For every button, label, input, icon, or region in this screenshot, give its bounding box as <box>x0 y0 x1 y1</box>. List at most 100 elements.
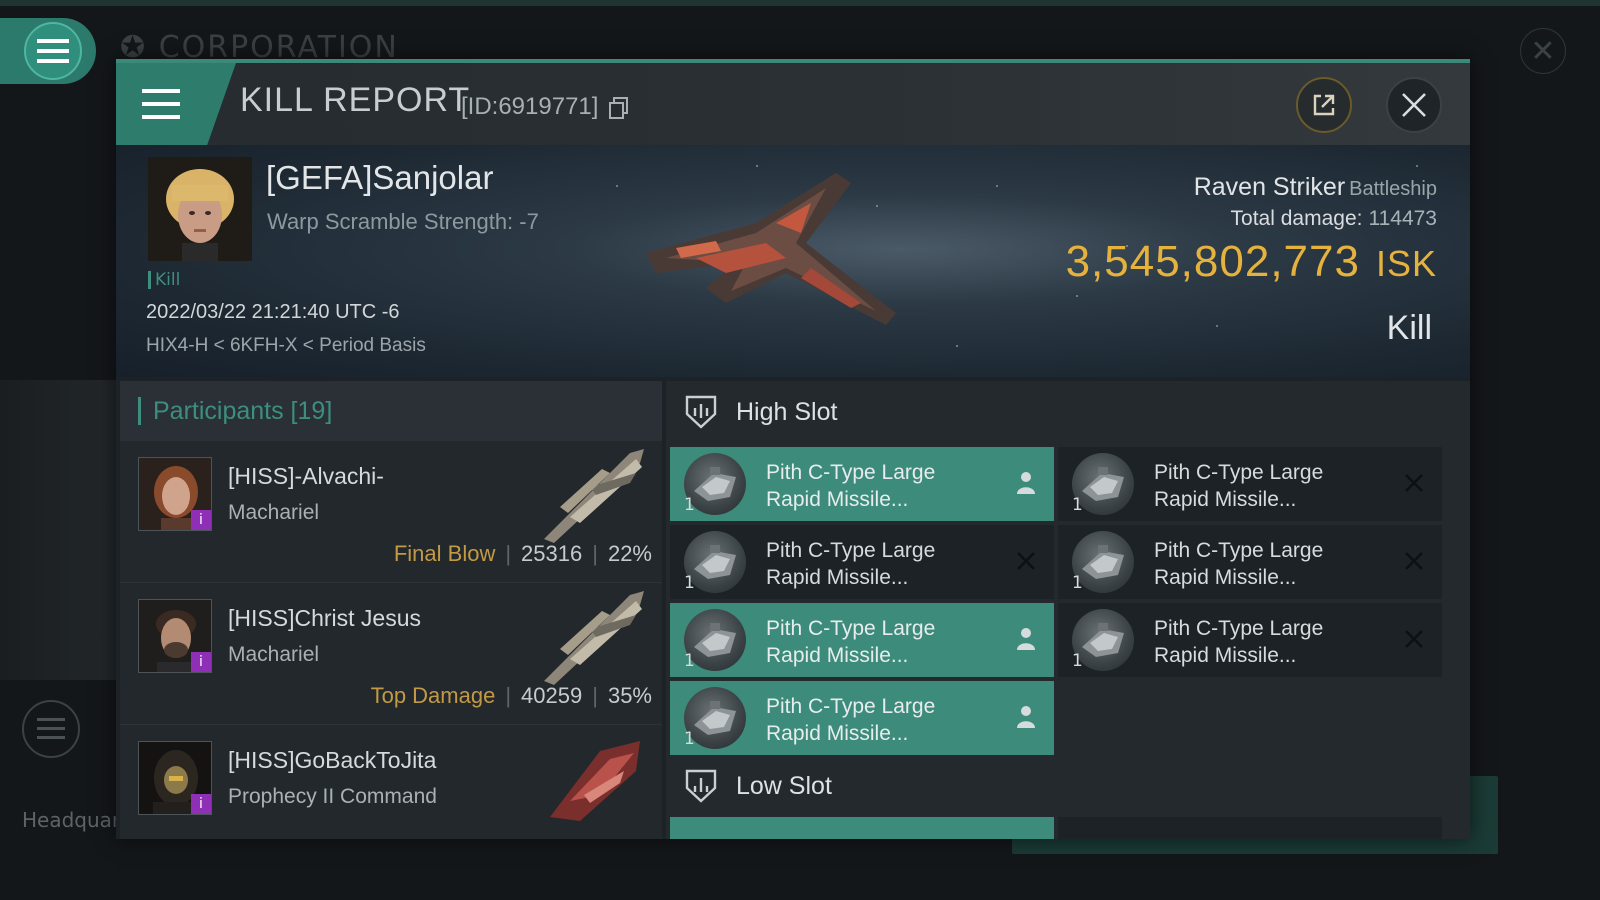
star-dot <box>616 185 618 187</box>
participant-name[interactable]: [HISS]GoBackToJita <box>228 747 436 774</box>
copy-icon[interactable] <box>609 96 629 119</box>
module-name-line: Pith C-Type Large <box>766 617 936 640</box>
participant-name[interactable]: [HISS]-Alvachi- <box>228 463 384 490</box>
module-quantity: 1 <box>684 573 695 593</box>
kill-location[interactable]: HIX4-H < 6KFH-X < Period Basis <box>146 335 426 357</box>
star-dot <box>956 345 958 347</box>
module-quantity: 1 <box>1072 495 1083 515</box>
module-name: Pith C-Type Large Rapid Missile... <box>766 537 935 591</box>
destroyed-x-icon <box>1402 625 1426 653</box>
module-quantity: 1 <box>684 651 695 671</box>
module-name-line: Pith C-Type Large <box>766 461 936 484</box>
participants-panel: Participants [19] i [HISS]-Alvachi- Mach… <box>120 381 662 839</box>
separator: | <box>592 541 598 566</box>
victim-name[interactable]: [GEFA]Sanjolar <box>266 159 493 197</box>
destroyed-x-icon <box>1402 469 1426 497</box>
dropped-person-icon <box>1014 703 1038 731</box>
player-badge-icon: i <box>191 510 211 530</box>
high-slot-header: High Slot <box>666 381 1470 443</box>
module-name-line: Pith C-Type Large <box>1154 617 1324 640</box>
module-item[interactable]: 1 Pith C-Type Large Rapid Missile... <box>670 525 1054 599</box>
separator: | <box>505 541 512 566</box>
hamburger-icon <box>142 89 180 119</box>
module-quantity: 1 <box>684 495 695 515</box>
module-name-line: Rapid Missile... <box>766 722 909 745</box>
kill-result: Kill <box>1386 309 1432 347</box>
isk-value: 3,545,802,773 ISK <box>1065 237 1437 286</box>
module-item[interactable]: 1 Pith C-Type Large Rapid Missile... <box>1058 447 1442 521</box>
background-top-strip <box>0 0 1600 6</box>
module-name-line: Rapid Missile... <box>1154 488 1297 511</box>
background-menu-button[interactable] <box>22 700 80 758</box>
participant-name[interactable]: [HISS]Christ Jesus <box>228 605 421 632</box>
participant-ship-image[interactable] <box>540 447 652 543</box>
module-slot-partial[interactable] <box>1058 817 1442 839</box>
module-item[interactable]: 1 Pith C-Type Large Rapid Missile... <box>1058 603 1442 677</box>
module-quantity: 1 <box>684 729 695 749</box>
main-menu-button[interactable] <box>0 18 96 84</box>
participant-ship-image[interactable] <box>540 589 652 685</box>
kill-datetime: 2022/03/22 21:21:40 UTC -6 <box>146 301 400 323</box>
victim-banner: [GEFA]Sanjolar Warp Scramble Strength: -… <box>116 145 1470 377</box>
fitting-panel: High Slot 1 Pith C-Type Large Rapid Missil… <box>666 381 1470 839</box>
module-name-line: Rapid Missile... <box>1154 566 1297 589</box>
module-name-line: Pith C-Type Large <box>766 539 936 562</box>
module-name: Pith C-Type Large Rapid Missile... <box>766 615 935 669</box>
participant-stats: Top Damage | 40259 | 35% <box>370 683 652 708</box>
module-item[interactable]: 1 Pith C-Type Large Rapid Missile... <box>670 603 1054 677</box>
close-button[interactable] <box>1386 77 1442 133</box>
participant-row[interactable]: i [HISS]-Alvachi- Machariel Final Blow |… <box>120 441 662 583</box>
share-button[interactable] <box>1296 77 1352 133</box>
background-close-button[interactable]: ✕ <box>1520 28 1566 74</box>
star-dot <box>1216 325 1218 327</box>
victim-ship-image[interactable] <box>636 163 916 363</box>
kill-tag: Kill <box>148 271 180 289</box>
participant-row[interactable]: i [HISS]GoBackToJita Prophecy II Command <box>120 725 662 839</box>
module-name-line: Rapid Missile... <box>766 488 909 511</box>
module-name-line: Pith C-Type Large <box>1154 461 1324 484</box>
victim-portrait[interactable] <box>148 157 252 261</box>
participant-ship: Machariel <box>228 643 320 666</box>
victim-ship-name[interactable]: Raven Striker Battleship <box>1194 173 1437 202</box>
participant-avatar[interactable]: i <box>138 741 212 815</box>
hamburger-icon <box>24 22 82 80</box>
dialog-title: KILL REPORT <box>240 81 471 119</box>
star-dot <box>996 185 998 187</box>
destroyed-x-icon <box>1402 547 1426 575</box>
module-name-line: Rapid Missile... <box>766 566 909 589</box>
module-name: Pith C-Type Large Rapid Missile... <box>1154 615 1323 669</box>
participants-header[interactable]: Participants [19] <box>120 381 662 441</box>
kill-report-dialog: KILL REPORT [ID:6919771] [GEFA]Sanjolar … <box>116 59 1470 839</box>
star-dot <box>1076 295 1078 297</box>
low-slot-header: Low Slot <box>666 755 1470 817</box>
close-icon: ✕ <box>1530 33 1556 69</box>
close-icon <box>1402 93 1426 117</box>
background-station-view <box>0 380 116 680</box>
player-badge-icon: i <box>191 794 211 814</box>
player-badge-icon: i <box>191 652 211 672</box>
module-name: Pith C-Type Large Rapid Missile... <box>1154 537 1323 591</box>
module-item[interactable]: 1 Pith C-Type Large Rapid Missile... <box>670 681 1054 755</box>
separator: | <box>505 683 512 708</box>
module-slot-partial[interactable] <box>670 817 1054 839</box>
kill-id: [ID:6919771] <box>461 93 629 121</box>
participant-avatar[interactable]: i <box>138 457 212 531</box>
module-quantity: 1 <box>1072 651 1083 671</box>
separator: | <box>592 683 598 708</box>
star-dot <box>1416 165 1418 167</box>
module-item[interactable]: 1 Pith C-Type Large Rapid Missile... <box>1058 525 1442 599</box>
module-name: Pith C-Type Large Rapid Missile... <box>766 459 935 513</box>
module-name: Pith C-Type Large Rapid Missile... <box>1154 459 1323 513</box>
participant-row[interactable]: i [HISS]Christ Jesus Machariel Top Damag… <box>120 583 662 725</box>
low-slot-icon <box>685 769 717 803</box>
module-name-line: Rapid Missile... <box>1154 644 1297 667</box>
dialog-menu-button[interactable] <box>116 63 236 145</box>
header-accent-bar <box>138 397 141 425</box>
participant-ship: Machariel <box>228 501 320 524</box>
hamburger-icon <box>37 718 65 739</box>
participant-avatar[interactable]: i <box>138 599 212 673</box>
module-name: Pith C-Type Large Rapid Missile... <box>766 693 935 747</box>
participant-ship-image[interactable] <box>540 731 652 827</box>
module-item[interactable]: 1 Pith C-Type Large Rapid Missile... <box>670 447 1054 521</box>
dropped-person-icon <box>1014 625 1038 653</box>
